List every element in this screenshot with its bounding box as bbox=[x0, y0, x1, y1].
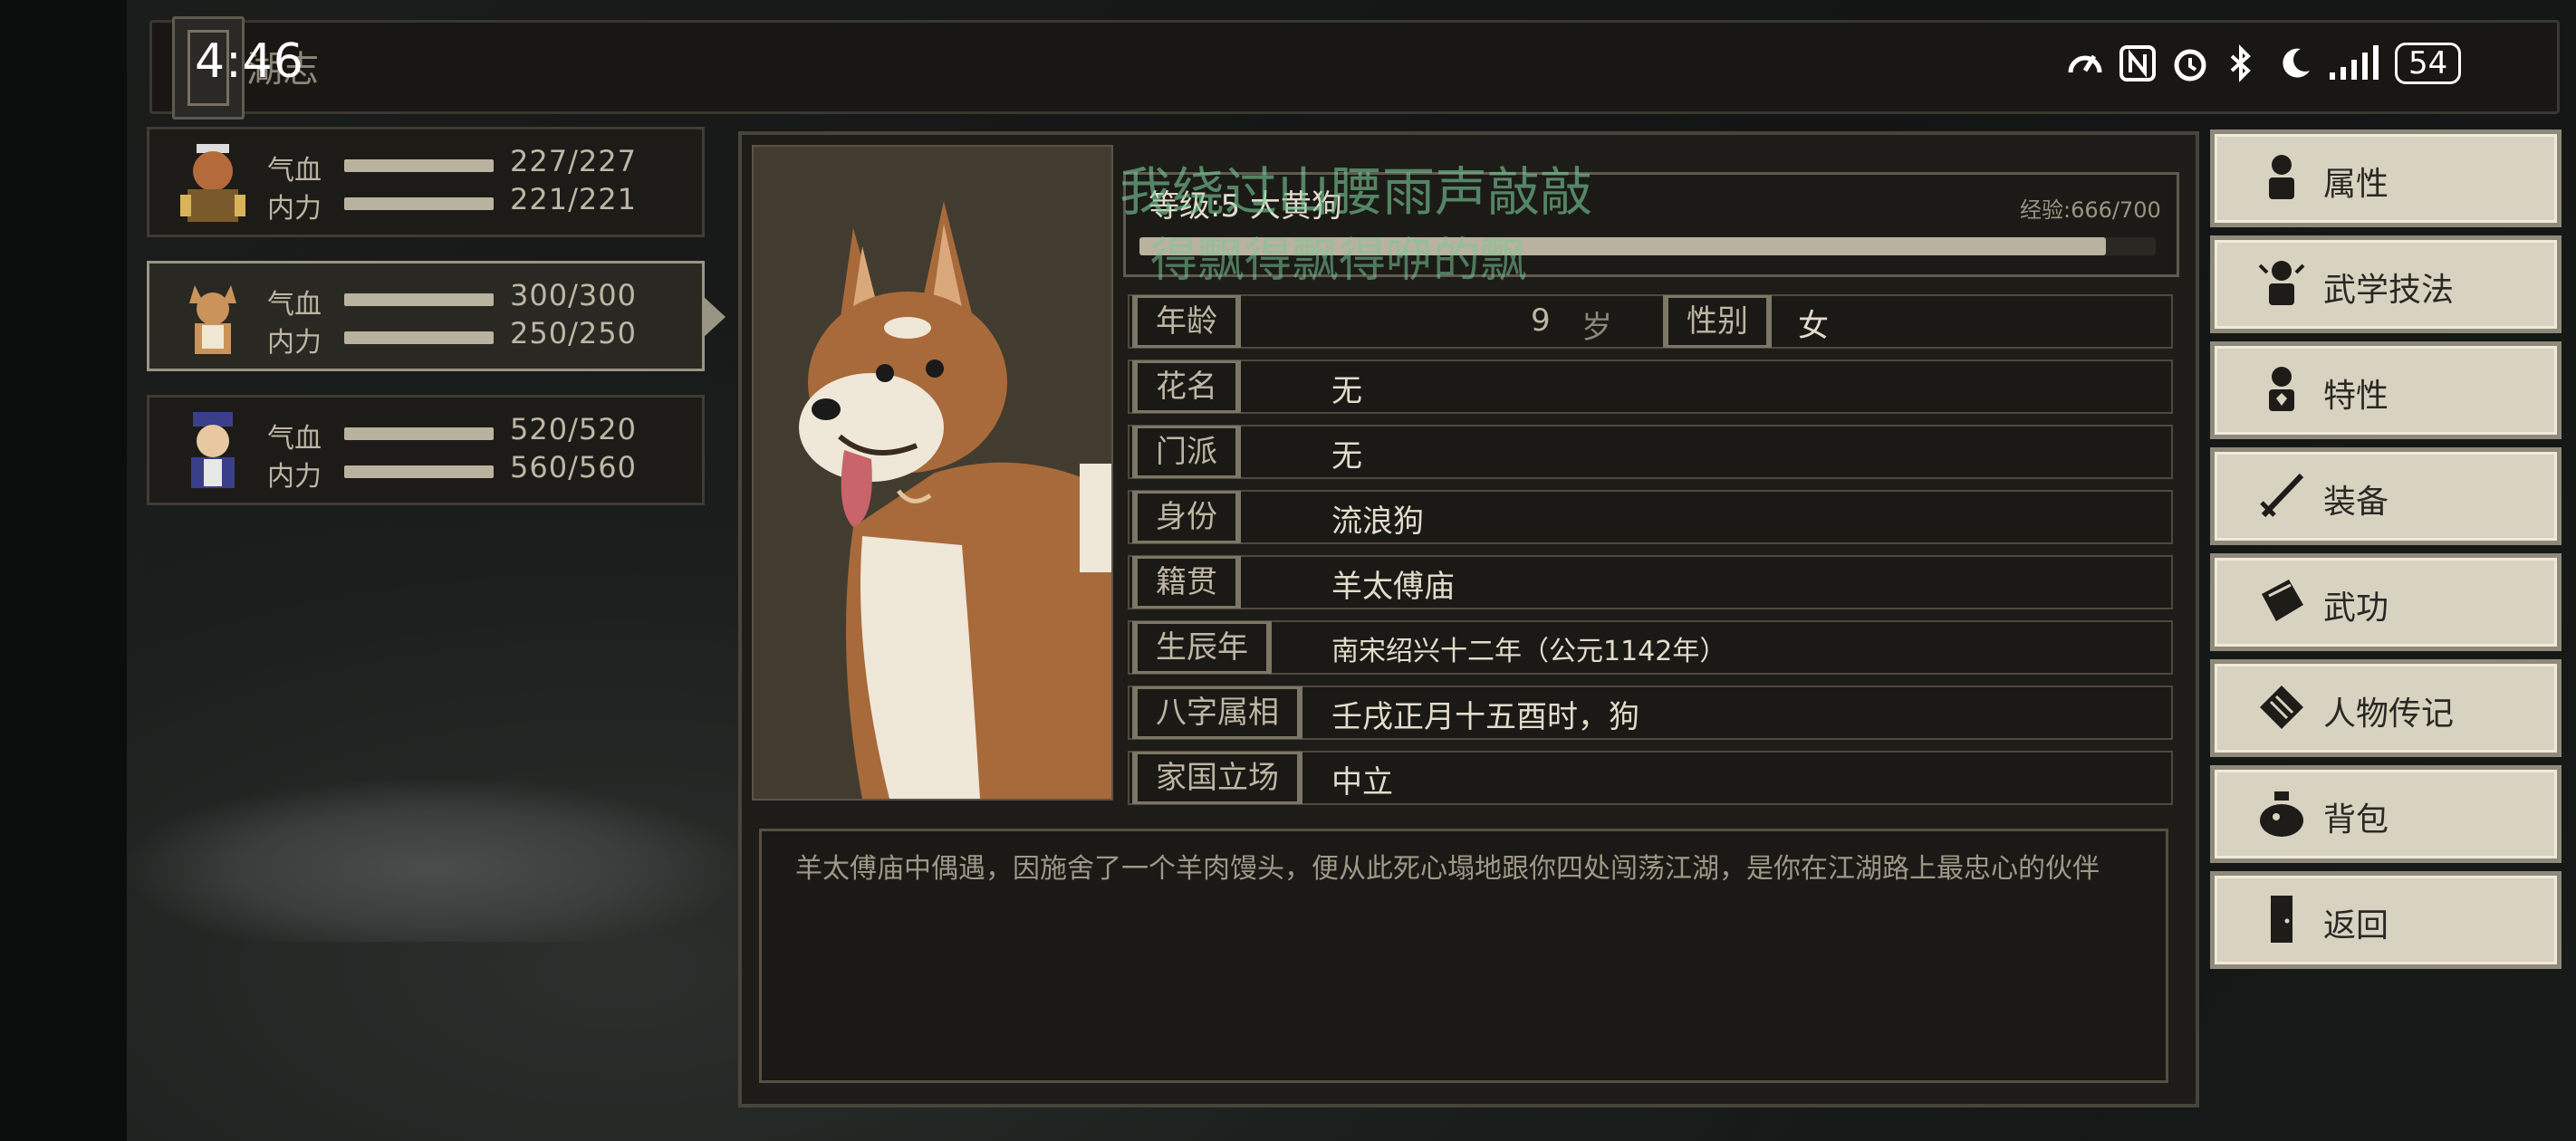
hp-value: 520/520 bbox=[510, 412, 637, 446]
row-label-identity: 身份 bbox=[1132, 491, 1241, 543]
menu-label: 背包 bbox=[2323, 801, 2389, 839]
character-portrait bbox=[752, 145, 1113, 801]
row-value-stance: 中立 bbox=[1331, 764, 1393, 801]
row-label-hometown: 籍贯 bbox=[1132, 556, 1241, 609]
status-icons: 54 bbox=[2065, 36, 2462, 91]
menu-label: 人物传记 bbox=[2323, 695, 2455, 733]
hp-bar bbox=[344, 427, 494, 440]
row-label-stance: 家国立场 bbox=[1132, 752, 1302, 804]
menu-label: 武功 bbox=[2323, 590, 2389, 627]
menu-attributes-button[interactable]: 属性 bbox=[2210, 129, 2562, 227]
hp-bar bbox=[344, 159, 494, 172]
row-value-nickname: 无 bbox=[1331, 373, 1362, 409]
sword-icon bbox=[2260, 473, 2304, 518]
menu-label: 武学技法 bbox=[2323, 272, 2455, 309]
gender-label: 性别 bbox=[1663, 295, 1772, 348]
menu-martial-arts-button[interactable]: 武功 bbox=[2210, 553, 2562, 651]
row-value-birth-year: 南宋绍兴十二年（公元1142年） bbox=[1331, 636, 1727, 667]
mp-label: 内力 bbox=[267, 193, 322, 225]
hp-bar bbox=[344, 293, 494, 306]
menu-martial-techniques-button[interactable]: 武学技法 bbox=[2210, 235, 2562, 333]
person-icon bbox=[2269, 155, 2294, 199]
trait-figure-icon bbox=[2269, 367, 2294, 411]
menu-equipment-button[interactable]: 装备 bbox=[2210, 447, 2562, 545]
bag-icon bbox=[2260, 791, 2303, 837]
menu-return-button[interactable]: 返回 bbox=[2210, 871, 2562, 969]
row-label-bazi: 八字属相 bbox=[1132, 686, 1302, 739]
martial-figure-icon bbox=[2258, 261, 2305, 305]
party-member-card-selected[interactable]: 气血 300/300 内力 250/250 bbox=[147, 261, 705, 371]
info-row bbox=[1128, 360, 2173, 414]
lyric-overlay-line1: 我绕过山腰雨声敲敲 bbox=[1120, 161, 1593, 223]
mp-value: 250/250 bbox=[510, 316, 637, 350]
exp-text: 经验:666/700 bbox=[2020, 197, 2161, 223]
hp-label: 气血 bbox=[267, 423, 322, 455]
party-member-card[interactable]: 气血 520/520 内力 560/560 bbox=[147, 395, 705, 505]
bluetooth-icon bbox=[2223, 43, 2263, 83]
menu-label: 装备 bbox=[2323, 484, 2389, 521]
mp-bar bbox=[344, 331, 494, 344]
menu-biography-button[interactable]: 人物传记 bbox=[2210, 659, 2562, 757]
door-icon bbox=[2271, 896, 2292, 943]
hp-label: 气血 bbox=[267, 289, 322, 321]
status-clock: 4:46 bbox=[195, 34, 304, 89]
row-value-sect: 无 bbox=[1331, 438, 1362, 475]
row-value-bazi: 壬戌正月十五酉时，狗 bbox=[1331, 699, 1639, 735]
mp-label: 内力 bbox=[267, 327, 322, 359]
age-value: 9 bbox=[1531, 302, 1551, 339]
mp-label: 内力 bbox=[267, 461, 322, 493]
signal-icon bbox=[2328, 43, 2382, 83]
lyric-overlay-line2: 得飘得飘得咿的飘 bbox=[1150, 234, 1528, 288]
info-row bbox=[1128, 490, 2173, 544]
menu-traits-button[interactable]: 特性 bbox=[2210, 341, 2562, 439]
age-unit: 岁 bbox=[1581, 310, 1612, 346]
hero-avatar bbox=[180, 144, 245, 222]
info-row-age-gender bbox=[1128, 294, 2173, 349]
speedometer-icon bbox=[2065, 43, 2105, 83]
hp-value: 227/227 bbox=[510, 144, 637, 178]
selection-arrow-icon bbox=[702, 295, 726, 339]
info-row bbox=[1128, 425, 2173, 479]
info-row bbox=[1128, 555, 2173, 609]
gender-value: 女 bbox=[1798, 308, 1829, 344]
party-member-card[interactable]: 气血 227/227 内力 221/221 bbox=[147, 127, 705, 237]
battery-indicator: 54 bbox=[2395, 43, 2462, 84]
row-label-birth-year: 生辰年 bbox=[1132, 621, 1272, 674]
menu-backpack-button[interactable]: 背包 bbox=[2210, 765, 2562, 863]
scroll-book-icon bbox=[2262, 580, 2303, 621]
companion-avatar bbox=[191, 412, 235, 488]
alarm-icon bbox=[2170, 43, 2210, 83]
row-label-sect: 门派 bbox=[1132, 426, 1241, 478]
dog-avatar bbox=[189, 285, 236, 354]
menu-label: 返回 bbox=[2323, 907, 2389, 944]
moon-icon bbox=[2275, 43, 2315, 83]
menu-label: 属性 bbox=[2323, 166, 2389, 203]
description-text: 羊太傅庙中偶遇，因施舍了一个羊肉馒头，便从此死心塌地跟你四处闯荡江湖，是你在江湖… bbox=[795, 853, 2100, 885]
hp-value: 300/300 bbox=[510, 278, 637, 312]
biography-icon bbox=[2260, 686, 2303, 729]
nfc-icon bbox=[2118, 43, 2158, 83]
row-value-identity: 流浪狗 bbox=[1331, 503, 1424, 540]
mp-value: 221/221 bbox=[510, 182, 637, 216]
row-value-hometown: 羊太傅庙 bbox=[1331, 569, 1455, 605]
row-label-nickname: 花名 bbox=[1132, 360, 1241, 413]
mp-bar bbox=[344, 465, 494, 478]
age-label: 年龄 bbox=[1132, 295, 1241, 348]
mp-bar bbox=[344, 197, 494, 210]
hp-label: 气血 bbox=[267, 155, 322, 187]
menu-label: 特性 bbox=[2323, 378, 2389, 415]
cloud-decoration bbox=[127, 779, 743, 942]
mp-value: 560/560 bbox=[510, 450, 637, 484]
